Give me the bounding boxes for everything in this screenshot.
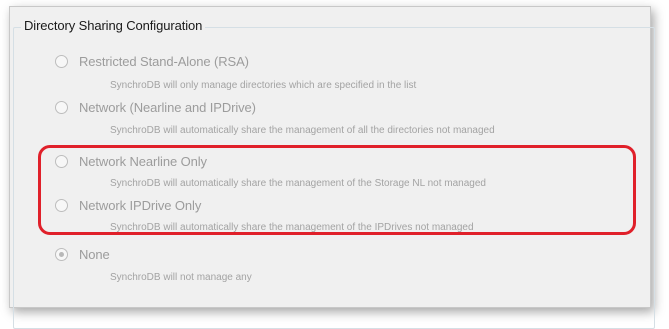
option-description: SynchroDB will automatically share the m… <box>110 178 486 189</box>
radio-restricted-stand-alone[interactable]: Restricted Stand-Alone (RSA) <box>55 52 249 70</box>
radio-label: Network IPDrive Only <box>79 197 202 213</box>
groupbox-title: Directory Sharing Configuration <box>21 18 206 33</box>
radio-network-ipdrive-only[interactable]: Network IPDrive Only <box>55 196 201 214</box>
radio-label: Restricted Stand-Alone (RSA) <box>79 53 249 69</box>
radio-button-icon[interactable] <box>55 154 68 168</box>
option-description: SynchroDB will only manage directories w… <box>110 80 417 91</box>
radio-none[interactable]: None <box>55 245 110 263</box>
radio-button-icon[interactable] <box>55 198 68 212</box>
option-description: SynchroDB will automatically share the m… <box>110 222 474 233</box>
radio-network-nearline-only[interactable]: Network Nearline Only <box>55 152 207 170</box>
option-description: SynchroDB will automatically share the m… <box>110 125 495 136</box>
radio-network-nearline-ipdrive[interactable]: Network (Nearline and IPDrive) <box>55 98 256 116</box>
radio-button-icon[interactable] <box>55 54 68 68</box>
radio-label: Network Nearline Only <box>79 153 207 169</box>
radio-button-icon[interactable] <box>55 100 68 114</box>
radio-label: None <box>79 246 110 262</box>
radio-label: Network (Nearline and IPDrive) <box>79 99 256 115</box>
radio-button-checked-icon[interactable] <box>55 247 68 261</box>
option-description: SynchroDB will not manage any <box>110 272 252 283</box>
